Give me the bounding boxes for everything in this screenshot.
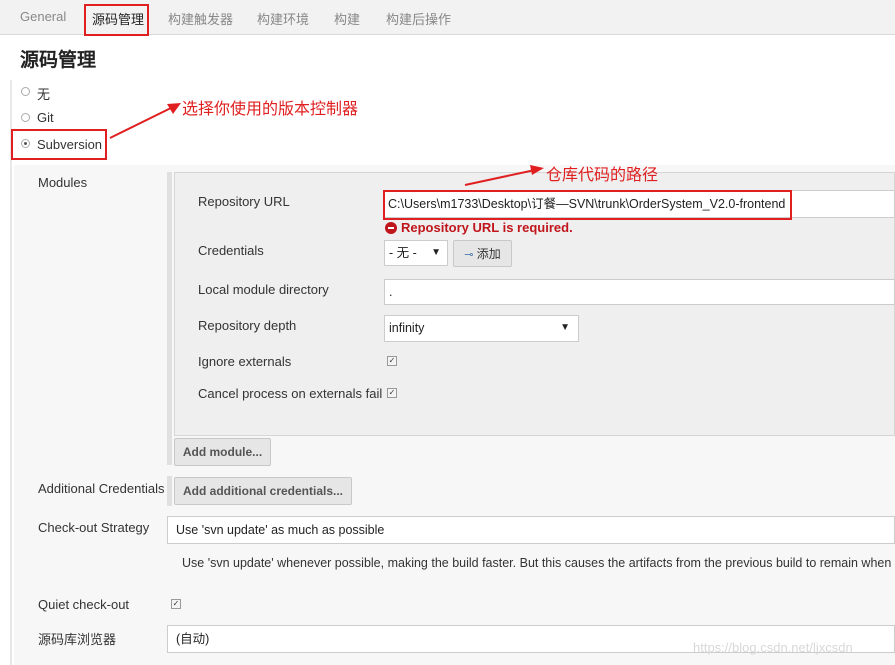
depth-label: Repository depth	[198, 318, 297, 333]
local-dir-label: Local module directory	[198, 282, 329, 297]
repository-url-label: Repository URL	[198, 194, 290, 209]
radio-none[interactable]	[21, 87, 30, 96]
left-rule	[10, 80, 12, 665]
highlight-box-tab	[84, 4, 149, 36]
tab-build[interactable]: 构建	[334, 9, 360, 28]
radio-git[interactable]	[21, 113, 30, 122]
repo-browser-label: 源码库浏览器	[38, 632, 117, 647]
cancel-process-checkbox[interactable]: ✓	[387, 388, 397, 398]
repository-url-error: Repository URL is required.	[401, 220, 573, 235]
dropdown-arrow-icon: ▼	[431, 247, 441, 258]
key-icon: ⊸	[464, 249, 474, 261]
add-credentials-button[interactable]: ⊸ 添加	[453, 240, 512, 267]
cancel-process-label: Cancel process on externals fail	[198, 386, 383, 401]
additional-credentials-label: Additional Credentials	[38, 481, 165, 496]
radio-git-label: Git	[37, 110, 54, 125]
tab-build-environment[interactable]: 构建环境	[257, 9, 309, 28]
ignore-externals-checkbox[interactable]: ✓	[387, 356, 397, 366]
highlight-box-subversion	[11, 129, 107, 160]
depth-select[interactable]: infinity ▼	[384, 315, 579, 342]
quiet-checkout-label: Quiet check-out	[38, 597, 130, 612]
dropdown-arrow-icon: ▼	[560, 322, 570, 333]
watermark: https://blog.csdn.net/ljxcsdn	[693, 640, 853, 655]
modules-label: Modules	[38, 175, 88, 190]
tab-general[interactable]: General	[20, 9, 66, 24]
ignore-externals-label: Ignore externals	[198, 354, 292, 369]
modules-rule	[167, 172, 172, 465]
additional-credentials-rule	[167, 476, 172, 506]
add-additional-credentials-button[interactable]: Add additional credentials...	[174, 477, 352, 505]
depth-select-value: infinity	[389, 321, 425, 335]
checkout-strategy-description: Use 'svn update' whenever possible, maki…	[182, 556, 892, 570]
annotation-arrow-icon-2	[464, 165, 544, 186]
annotation-repo-path: 仓库代码的路径	[546, 167, 659, 184]
checkout-strategy-select[interactable]: Use 'svn update' as much as possible	[167, 516, 895, 544]
credentials-select[interactable]: - 无 - ▼	[384, 240, 448, 266]
tab-build-triggers[interactable]: 构建触发器	[168, 9, 233, 28]
add-credentials-button-label: 添加	[476, 247, 501, 261]
radio-none-label: 无	[37, 87, 51, 102]
credentials-select-value: - 无 -	[389, 246, 417, 260]
add-module-button[interactable]: Add module...	[174, 438, 271, 466]
error-icon	[385, 222, 397, 234]
tab-post-build[interactable]: 构建后操作	[386, 9, 451, 28]
local-dir-input[interactable]: .	[384, 279, 895, 305]
page-title: 源码管理	[20, 50, 97, 71]
highlight-box-url	[383, 190, 792, 220]
annotation-version-control: 选择你使用的版本控制器	[182, 101, 359, 118]
credentials-label: Credentials	[198, 243, 264, 258]
quiet-checkout-checkbox[interactable]: ✓	[171, 599, 181, 609]
checkout-strategy-label: Check-out Strategy	[38, 520, 150, 535]
